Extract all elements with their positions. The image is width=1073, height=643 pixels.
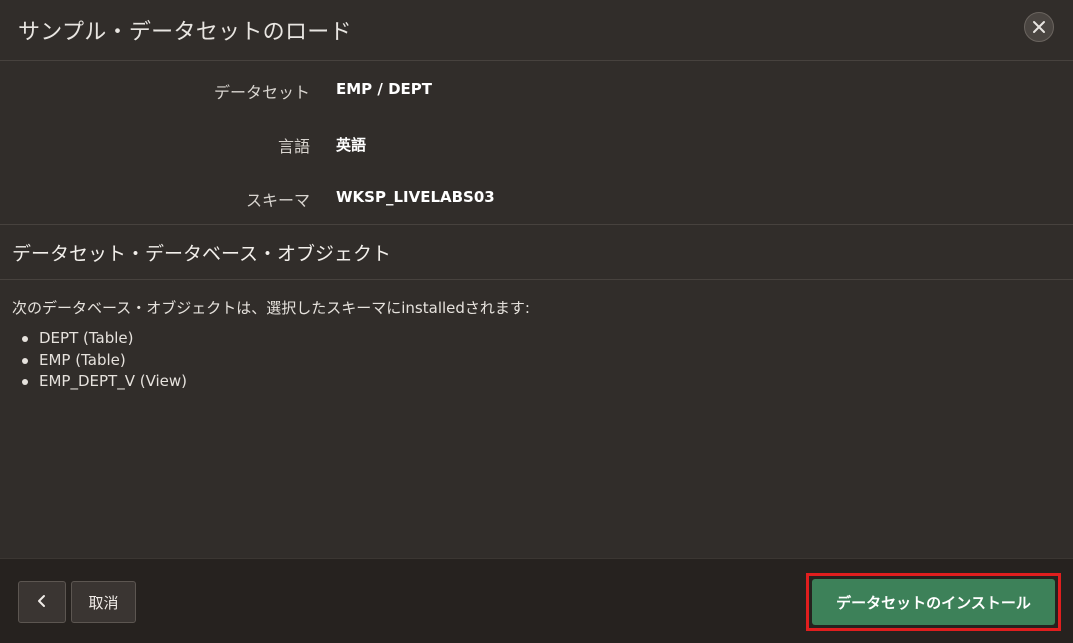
field-row-dataset: データセット EMP / DEPT	[0, 74, 1073, 104]
list-item: EMP (Table)	[12, 350, 187, 372]
chevron-left-icon	[37, 593, 47, 612]
objects-section-title: データセット・データベース・オブジェクト	[12, 243, 392, 265]
list-item: EMP_DEPT_V (View)	[12, 371, 187, 393]
load-sample-dataset-dialog: サンプル・データセットのロード データセット EMP / DEPT 言語 英語 …	[0, 0, 1073, 643]
field-row-schema: スキーマ WKSP_LIVELABS03	[0, 182, 1073, 212]
cancel-button[interactable]: 取消	[71, 581, 136, 623]
dataset-label: データセット	[213, 83, 310, 102]
list-item: DEPT (Table)	[12, 328, 187, 350]
dialog-title: サンプル・データセットのロード	[18, 20, 352, 45]
install-dataset-button[interactable]: データセットのインストール	[812, 579, 1055, 625]
dialog-footer: 取消 データセットのインストール	[0, 558, 1073, 643]
database-object-list: DEPT (Table) EMP (Table) EMP_DEPT_V (Vie…	[12, 328, 187, 393]
language-label: 言語	[277, 137, 310, 156]
close-icon	[1032, 20, 1046, 34]
objects-section-header: データセット・データベース・オブジェクト	[0, 224, 1073, 280]
objects-intro-text: 次のデータベース・オブジェクトは、選択したスキーマにinstalledされます:	[12, 299, 530, 317]
dataset-value: EMP / DEPT	[336, 80, 433, 98]
close-button[interactable]	[1024, 12, 1054, 42]
dialog-header: サンプル・データセットのロード	[0, 0, 1073, 61]
back-button[interactable]	[18, 581, 66, 623]
schema-value: WKSP_LIVELABS03	[336, 188, 495, 206]
field-row-language: 言語 英語	[0, 128, 1073, 158]
schema-label: スキーマ	[245, 191, 310, 210]
language-value: 英語	[336, 136, 367, 154]
